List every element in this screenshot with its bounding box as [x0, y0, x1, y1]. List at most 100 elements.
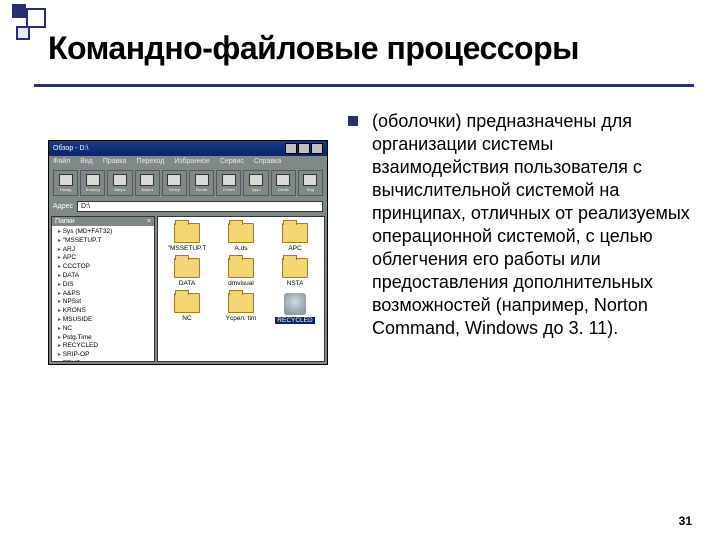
menu-item[interactable]: Вид	[80, 158, 93, 165]
folder-icon	[282, 258, 308, 278]
tree-item[interactable]: RECYCLED	[58, 342, 152, 351]
body-text: (оболочки) предназначены для организации…	[372, 110, 690, 500]
explorer-window: Обзор - D:\ Файл Вид Правка Переход Избранно…	[48, 140, 328, 365]
maximize-icon[interactable]	[298, 143, 310, 154]
file-label: DATA	[179, 280, 195, 287]
recycle-bin-icon	[284, 293, 306, 315]
folder-tree[interactable]: Папки × Sys (MD+FAT32)"MSSETUP.TARJAPCCC…	[51, 216, 155, 362]
file-item[interactable]: RECYCLED	[271, 293, 319, 324]
toolbar-label: Вид	[307, 187, 314, 192]
tree-item[interactable]: ARJ	[58, 246, 152, 255]
file-item[interactable]: A.ds	[217, 223, 265, 252]
toolbar-button[interactable]: Вырез	[135, 170, 160, 196]
toolbar-label: Вырез	[141, 187, 153, 192]
file-item[interactable]: NC	[163, 293, 211, 324]
address-input[interactable]: D:\	[77, 201, 323, 212]
file-item[interactable]: dmvisual	[217, 258, 265, 287]
file-label: NSTA	[287, 280, 304, 287]
bullet-icon	[348, 116, 358, 126]
folder-icon	[174, 293, 200, 313]
folder-icon	[228, 223, 254, 243]
close-icon[interactable]	[311, 143, 323, 154]
toolbar-label: Вперед	[86, 187, 100, 192]
menu-item[interactable]: Сервис	[220, 158, 244, 165]
menu-item[interactable]: Переход	[137, 158, 165, 165]
toolbar-icon	[195, 174, 209, 186]
file-item[interactable]: APC	[271, 223, 319, 252]
page-number: 31	[679, 514, 692, 528]
toolbar-icon	[249, 174, 263, 186]
file-label: APC	[288, 245, 301, 252]
toolbar-label: Удал	[251, 187, 260, 192]
folder-icon	[228, 293, 254, 313]
tree-item[interactable]: SRIP-OP	[58, 351, 152, 360]
tree-item[interactable]: DIS	[58, 281, 152, 290]
toolbar-button[interactable]: Встав	[189, 170, 214, 196]
toolbar-button[interactable]: Назад	[53, 170, 78, 196]
menu-item[interactable]: Избранное	[174, 158, 209, 165]
tree-item[interactable]: "MSSETUP.T	[58, 237, 152, 246]
toolbar-button[interactable]: Удал	[243, 170, 268, 196]
tree-item[interactable]: MSUSIDE	[58, 316, 152, 325]
tree-item[interactable]: APC	[58, 254, 152, 263]
toolbar-label: Копир	[169, 187, 180, 192]
menu-bar: Файл Вид Правка Переход Избранное Сервис Справ…	[49, 156, 327, 167]
window-title-text: Обзор - D:\	[53, 145, 88, 152]
tree-item[interactable]: NPSst	[58, 298, 152, 307]
tree-item[interactable]: NC	[58, 325, 152, 334]
slide-title: Командно-файловые процессоры	[48, 30, 579, 67]
folder-icon	[228, 258, 254, 278]
toolbar: Назад Вперед Вверх Вырез Копир Встав Отмен Удал…	[49, 167, 327, 199]
text-column: (оболочки) предназначены для организации…	[348, 110, 690, 500]
toolbar-icon	[86, 174, 100, 186]
panes: Папки × Sys (MD+FAT32)"MSSETUP.TARJAPCCC…	[49, 214, 327, 364]
toolbar-button[interactable]: Вперед	[80, 170, 105, 196]
menu-item[interactable]: Правка	[103, 158, 127, 165]
tree-item[interactable]: A&PS	[58, 290, 152, 299]
window-titlebar: Обзор - D:\	[49, 141, 327, 156]
folder-icon	[174, 223, 200, 243]
toolbar-button[interactable]: Свойс	[271, 170, 296, 196]
content-row: Обзор - D:\ Файл Вид Правка Переход Избранно…	[48, 110, 690, 500]
toolbar-icon	[140, 174, 154, 186]
toolbar-icon	[113, 174, 127, 186]
folder-icon	[174, 258, 200, 278]
file-label: dmvisual	[228, 280, 254, 287]
folder-icon	[282, 223, 308, 243]
toolbar-icon	[303, 174, 317, 186]
tree-header: Папки	[55, 218, 75, 225]
file-label: RECYCLED	[275, 317, 314, 324]
file-label: NC	[182, 315, 191, 322]
toolbar-button[interactable]: Вверх	[107, 170, 132, 196]
menu-item[interactable]: Справка	[254, 158, 281, 165]
toolbar-label: Отмен	[223, 187, 235, 192]
window-controls	[285, 143, 323, 154]
toolbar-button[interactable]: Копир	[162, 170, 187, 196]
toolbar-label: Вверх	[114, 187, 125, 192]
menu-item[interactable]: Файл	[53, 158, 70, 165]
tree-item[interactable]: DATA	[58, 272, 152, 281]
toolbar-label: Встав	[196, 187, 207, 192]
file-item[interactable]: DATA	[163, 258, 211, 287]
file-label: "MSSETUP.T	[168, 245, 207, 252]
screenshot-column: Обзор - D:\ Файл Вид Правка Переход Избранно…	[48, 110, 328, 500]
minimize-icon[interactable]	[285, 143, 297, 154]
toolbar-label: Назад	[60, 187, 71, 192]
tree-item[interactable]: Pstg.Time	[58, 334, 152, 343]
tree-item[interactable]: Sys (MD+FAT32)	[58, 228, 152, 237]
file-item[interactable]: Yсрел. tim	[217, 293, 265, 324]
file-item[interactable]: NSTA	[271, 258, 319, 287]
tree-item[interactable]: KRONS	[58, 307, 152, 316]
file-label: A.ds	[234, 245, 247, 252]
file-pane[interactable]: "MSSETUP.T A.ds APC DATA dmvisual NSTA NC Yсрел…	[157, 216, 325, 362]
toolbar-button[interactable]: Отмен	[216, 170, 241, 196]
tree-item[interactable]: TEMP	[58, 360, 152, 362]
address-label: Адрес	[53, 203, 73, 210]
toolbar-label: Свойс	[278, 187, 289, 192]
file-item[interactable]: "MSSETUP.T	[163, 223, 211, 252]
toolbar-icon	[167, 174, 181, 186]
toolbar-button[interactable]: Вид	[298, 170, 323, 196]
address-bar: Адрес D:\	[49, 199, 327, 214]
tree-item[interactable]: CCCTOP	[58, 263, 152, 272]
tree-close-icon[interactable]: ×	[147, 218, 151, 225]
